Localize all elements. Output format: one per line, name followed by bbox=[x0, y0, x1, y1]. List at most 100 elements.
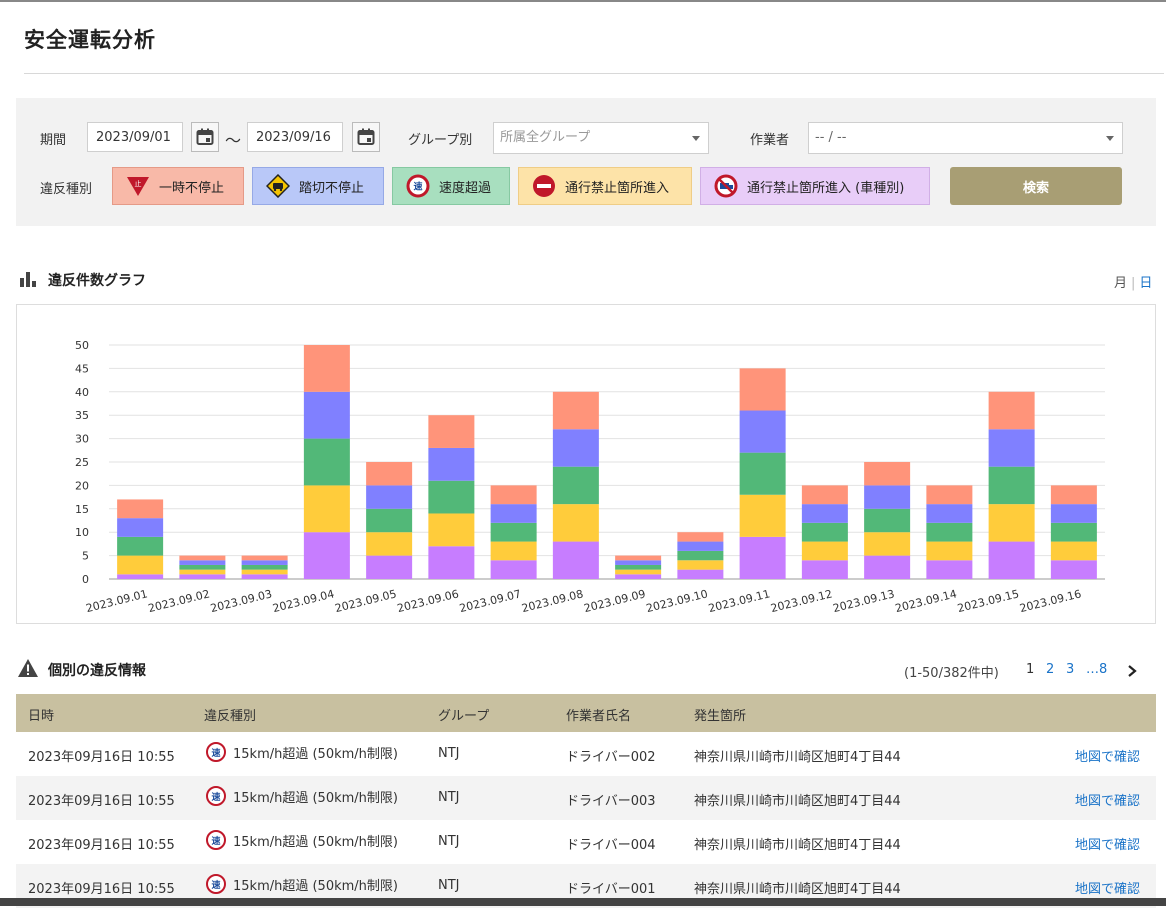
y-tick-label: 25 bbox=[75, 456, 89, 469]
map-link[interactable]: 地図で確認 bbox=[1075, 834, 1140, 853]
speed-limit-icon: 速 bbox=[206, 830, 226, 850]
bar-segment bbox=[739, 410, 786, 453]
chart-container: 0 5 10 15 20 25 30 35 40 45 50 2023.09.01 2023.09.02… bbox=[16, 304, 1156, 624]
calendar-to-button[interactable] bbox=[352, 122, 380, 152]
violation-toggle-stop[interactable]: 止 一時不停止 bbox=[112, 167, 244, 205]
violation-toggle-vehicle-no-entry[interactable]: 通行禁止箇所進入 (車種別) bbox=[700, 167, 930, 205]
bar-segment bbox=[988, 466, 1035, 505]
cell-location: 神奈川県川崎市川崎区旭町4丁目44 bbox=[694, 750, 901, 765]
violation-toggle-railroad[interactable]: 踏切不停止 bbox=[252, 167, 384, 205]
bar-segment bbox=[864, 555, 911, 579]
map-link[interactable]: 地図で確認 bbox=[1075, 790, 1140, 809]
y-tick-label: 20 bbox=[75, 479, 89, 492]
bar-segment bbox=[926, 522, 973, 542]
bar-segment bbox=[366, 508, 413, 533]
chevron-right-icon[interactable] bbox=[1126, 663, 1138, 682]
bar-segment bbox=[552, 541, 599, 579]
bar-segment bbox=[179, 569, 226, 575]
bar-segment bbox=[926, 560, 973, 579]
x-tick-label: 2023.09.12 bbox=[769, 587, 833, 615]
bar-segment bbox=[552, 429, 599, 467]
cell-datetime: 2023年09月16日 10:55 bbox=[28, 882, 175, 897]
page-2[interactable]: 2 bbox=[1046, 662, 1054, 677]
bar-segment bbox=[179, 564, 226, 570]
page-1[interactable]: 1 bbox=[1026, 662, 1034, 677]
cell-datetime: 2023年09月16日 10:55 bbox=[28, 750, 175, 765]
bar-segment bbox=[677, 532, 724, 542]
date-from-input[interactable]: 2023/09/01 bbox=[87, 122, 183, 152]
toggle-day[interactable]: 日 bbox=[1139, 276, 1152, 291]
bar-segment bbox=[1050, 541, 1097, 561]
stop-sign-icon: 止 bbox=[125, 173, 151, 199]
calendar-from-button[interactable] bbox=[191, 122, 219, 152]
chevron-down-icon bbox=[1106, 136, 1114, 141]
no-entry-icon bbox=[531, 173, 557, 199]
date-to-input[interactable]: 2023/09/16 bbox=[247, 122, 343, 152]
bar-segment bbox=[677, 569, 724, 579]
toggle-month[interactable]: 月 bbox=[1114, 276, 1127, 291]
bar-segment bbox=[1050, 485, 1097, 505]
bar-chart-icon bbox=[20, 271, 37, 291]
violation-toggle-no-entry[interactable]: 通行禁止箇所進入 bbox=[518, 167, 692, 205]
x-tick-label: 2023.09.06 bbox=[396, 587, 460, 615]
group-select[interactable]: 所属全グループ bbox=[493, 122, 709, 154]
bar-segment bbox=[303, 485, 350, 533]
page-last[interactable]: …8 bbox=[1086, 662, 1107, 677]
y-tick-label: 35 bbox=[75, 409, 89, 422]
bar-segment bbox=[241, 569, 288, 575]
bar-segment bbox=[1050, 504, 1097, 523]
svg-text:止: 止 bbox=[135, 179, 142, 188]
bar-segment bbox=[864, 532, 911, 556]
violation-text: 15km/h超過 (50km/h制限) bbox=[233, 746, 398, 762]
bar-segment bbox=[926, 504, 973, 523]
header-datetime: 日時 bbox=[28, 709, 55, 724]
bar-segment bbox=[801, 504, 848, 523]
cell-group: NTJ bbox=[438, 746, 460, 761]
bar-segment bbox=[428, 447, 475, 481]
cell-group: NTJ bbox=[438, 878, 460, 893]
bar-segment bbox=[864, 508, 911, 533]
range-tilde: 〜 bbox=[225, 131, 242, 150]
pagination-range: (1-50/382件中) bbox=[904, 666, 999, 681]
y-tick-label: 40 bbox=[75, 386, 89, 399]
worker-select[interactable]: -- / -- bbox=[808, 122, 1123, 154]
cell-violation-type: 速 15km/h超過 (50km/h制限) bbox=[206, 874, 398, 894]
bar-segment bbox=[241, 574, 288, 579]
bar-segment bbox=[864, 485, 911, 509]
x-tick-label: 2023.09.05 bbox=[334, 587, 398, 615]
header-violation-type: 違反種別 bbox=[204, 709, 257, 724]
bar-segment bbox=[615, 564, 662, 570]
bar-segment bbox=[490, 541, 537, 561]
bar-segment bbox=[241, 560, 288, 565]
bar-segment bbox=[117, 555, 164, 575]
x-tick-label: 2023.09.11 bbox=[707, 587, 771, 615]
period-label: 期間 bbox=[40, 133, 67, 148]
cell-worker: ドライバー002 bbox=[566, 750, 656, 765]
bar-segment bbox=[428, 546, 475, 579]
bar-segment bbox=[241, 564, 288, 570]
bar-segment bbox=[366, 555, 413, 579]
top-border bbox=[0, 0, 1166, 2]
map-link[interactable]: 地図で確認 bbox=[1075, 746, 1140, 765]
violation-text: 15km/h超過 (50km/h制限) bbox=[233, 878, 398, 894]
bar-segment bbox=[179, 574, 226, 579]
worker-select-value: -- / -- bbox=[815, 130, 847, 145]
violation-toggle-speed[interactable]: 速 速度超過 bbox=[392, 167, 510, 205]
cell-location: 神奈川県川崎市川崎区旭町4丁目44 bbox=[694, 838, 901, 853]
page-3[interactable]: 3 bbox=[1066, 662, 1074, 677]
cell-group: NTJ bbox=[438, 790, 460, 805]
toggle-separator: | bbox=[1131, 276, 1136, 291]
cell-location: 神奈川県川崎市川崎区旭町4丁目44 bbox=[694, 794, 901, 809]
svg-text:速: 速 bbox=[413, 181, 422, 193]
bar-segment bbox=[428, 415, 475, 448]
bar-segment bbox=[117, 518, 164, 537]
bar-segment bbox=[303, 345, 350, 392]
header-worker: 作業者氏名 bbox=[566, 709, 632, 724]
bar-segment bbox=[179, 560, 226, 565]
header-group: グループ bbox=[438, 709, 490, 724]
map-link[interactable]: 地図で確認 bbox=[1075, 878, 1140, 897]
search-button[interactable]: 検索 bbox=[950, 167, 1122, 205]
y-tick-label: 5 bbox=[82, 550, 89, 563]
table-row: 2023年09月16日 10:55 速 15km/h超過 (50km/h制限) N… bbox=[16, 820, 1156, 864]
bar-segment bbox=[552, 391, 599, 430]
